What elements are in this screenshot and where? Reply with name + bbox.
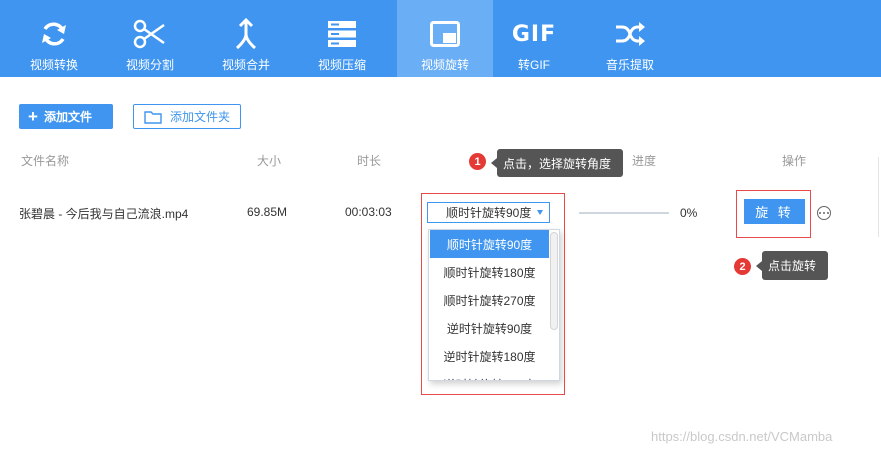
tooltip-step-2: 点击旋转 [756, 251, 828, 280]
shuffle-icon [582, 16, 678, 52]
tab-label: 转GIF [518, 58, 550, 72]
add-file-button[interactable]: + 添加文件 [19, 104, 113, 129]
scissors-icon [102, 16, 198, 52]
folder-icon [144, 110, 162, 124]
merge-icon [198, 16, 294, 52]
tab-label: 视频压缩 [317, 58, 366, 72]
column-header-progress: 进度 [632, 154, 657, 168]
file-size-cell: 69.85M [247, 205, 288, 219]
compress-icon [294, 16, 390, 52]
tab-music-extract[interactable]: 音乐提取 [582, 0, 678, 77]
tooltip-step-1-text: 点击，选择旋转角度 [503, 156, 612, 171]
top-toolbar: 视频转换 视频分割 视频合并 视频压缩 视频旋转 GIF 转GIF 音乐提取 [0, 0, 881, 77]
column-header-operation: 操作 [782, 154, 807, 168]
column-header-name: 文件名称 [21, 154, 70, 168]
add-file-label: 添加文件 [43, 110, 92, 124]
step-badge-1: 1 [469, 153, 486, 170]
plus-icon: + [28, 107, 38, 126]
annotation-box-rotate [736, 190, 811, 238]
tooltip-step-1: 点击，选择旋转角度 [491, 149, 623, 177]
tab-to-gif[interactable]: GIF 转GIF [486, 0, 582, 77]
tooltip-step-2-text: 点击旋转 [768, 259, 817, 273]
column-header-size: 大小 [257, 154, 282, 168]
refresh-icon [6, 16, 102, 52]
column-header-duration: 时长 [357, 154, 382, 168]
tab-video-convert[interactable]: 视频转换 [6, 0, 102, 77]
progress-bar [579, 212, 669, 214]
file-duration-cell: 00:03:03 [345, 205, 392, 219]
file-name-cell: 张碧晨 - 今后我与自己流浪.mp4 [19, 207, 189, 221]
tab-label: 视频合并 [221, 58, 270, 72]
gif-icon: GIF [511, 21, 557, 47]
tab-video-rotate[interactable]: 视频旋转 [397, 0, 493, 77]
step-badge-2: 2 [734, 258, 751, 275]
tab-video-merge[interactable]: 视频合并 [198, 0, 294, 77]
annotation-box-select [421, 193, 565, 395]
tab-label: 视频旋转 [420, 58, 469, 72]
tab-video-compress[interactable]: 视频压缩 [294, 0, 390, 77]
tab-video-split[interactable]: 视频分割 [102, 0, 198, 77]
rotate-window-icon [397, 16, 493, 52]
progress-percent: 0% [680, 206, 698, 220]
more-options-icon[interactable] [817, 206, 831, 220]
watermark: https://blog.csdn.net/VCMamba [651, 429, 833, 444]
tab-label: 视频分割 [125, 58, 174, 72]
tab-label: 音乐提取 [605, 58, 654, 72]
tab-label: 视频转换 [29, 58, 78, 72]
add-folder-button[interactable]: 添加文件夹 [133, 104, 241, 129]
add-folder-label: 添加文件夹 [170, 110, 231, 124]
